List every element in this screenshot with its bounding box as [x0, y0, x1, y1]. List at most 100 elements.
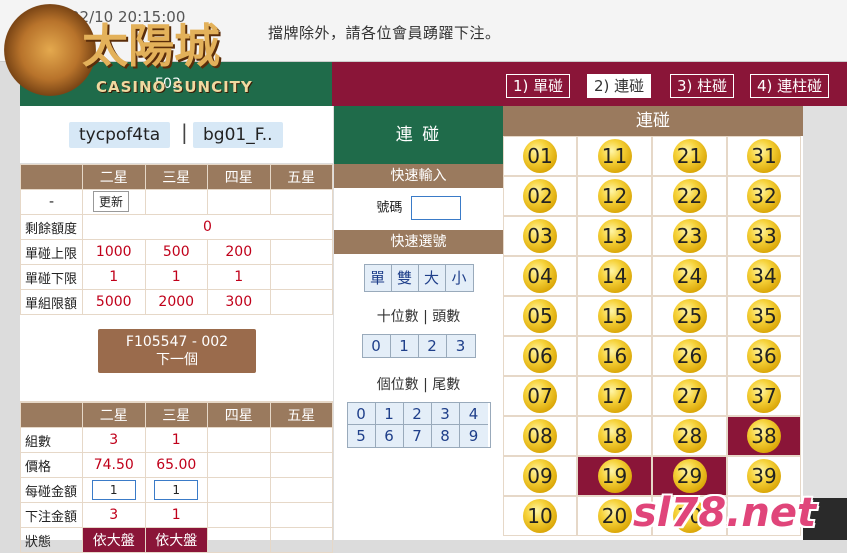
tens-button[interactable]: 0 — [362, 335, 391, 357]
number-cell[interactable]: 24 — [652, 256, 727, 296]
small-button[interactable]: 小 — [445, 265, 473, 291]
number-cell[interactable]: 26 — [652, 336, 727, 376]
number-cell[interactable]: 22 — [652, 176, 727, 216]
number-ball[interactable]: 09 — [523, 459, 557, 493]
number-ball[interactable]: 37 — [747, 379, 781, 413]
number-ball[interactable]: 14 — [597, 259, 632, 293]
number-ball[interactable]: 15 — [597, 299, 632, 333]
amount-input-3star[interactable]: 1 — [154, 480, 199, 500]
number-ball[interactable]: 36 — [747, 339, 781, 373]
units-button[interactable]: 1 — [375, 403, 404, 425]
units-button[interactable]: 0 — [347, 403, 376, 425]
tab-multi-column-pong[interactable]: 4) 連柱碰 — [750, 74, 830, 98]
number-ball[interactable]: 24 — [672, 259, 707, 293]
units-button[interactable]: 8 — [431, 425, 460, 447]
number-ball[interactable]: 18 — [597, 419, 632, 453]
number-cell[interactable]: 34 — [727, 256, 801, 296]
number-ball[interactable]: 05 — [523, 299, 557, 333]
number-cell[interactable]: 33 — [727, 216, 801, 256]
number-ball[interactable]: 06 — [523, 339, 557, 373]
number-ball[interactable]: 12 — [597, 179, 632, 213]
odd-button[interactable]: 單 — [364, 265, 392, 291]
number-cell[interactable]: 10 — [503, 496, 577, 536]
units-button[interactable]: 6 — [375, 425, 404, 447]
number-ball[interactable]: 07 — [523, 379, 557, 413]
units-button[interactable]: 3 — [431, 403, 460, 425]
units-button[interactable]: 7 — [403, 425, 432, 447]
tab-single-pong[interactable]: 1) 單碰 — [506, 74, 571, 98]
number-cell[interactable]: 27 — [652, 376, 727, 416]
number-cell[interactable]: 02 — [503, 176, 577, 216]
number-input[interactable] — [410, 196, 461, 220]
number-ball[interactable]: 28 — [672, 419, 707, 453]
number-ball[interactable]: 20 — [597, 499, 632, 533]
number-ball[interactable]: 22 — [672, 179, 707, 213]
number-ball[interactable]: 19 — [597, 459, 632, 493]
number-cell[interactable]: 07 — [503, 376, 577, 416]
number-cell[interactable]: 11 — [577, 136, 652, 176]
tens-button[interactable]: 1 — [390, 335, 419, 357]
number-ball[interactable]: 33 — [747, 219, 781, 253]
number-ball[interactable]: 25 — [672, 299, 707, 333]
number-cell[interactable]: 38 — [727, 416, 801, 456]
big-button[interactable]: 大 — [418, 265, 446, 291]
number-cell[interactable]: 15 — [577, 296, 652, 336]
number-ball[interactable]: 16 — [597, 339, 632, 373]
number-cell[interactable]: 12 — [577, 176, 652, 216]
number-cell[interactable]: 25 — [652, 296, 727, 336]
even-button[interactable]: 雙 — [391, 265, 419, 291]
number-ball[interactable]: 08 — [523, 419, 557, 453]
number-ball[interactable]: 34 — [747, 259, 781, 293]
number-ball[interactable]: 13 — [597, 219, 632, 253]
number-cell[interactable]: 01 — [503, 136, 577, 176]
number-ball[interactable]: 04 — [523, 259, 557, 293]
tens-button[interactable]: 3 — [446, 335, 475, 357]
number-cell[interactable]: 16 — [577, 336, 652, 376]
number-ball[interactable]: 39 — [747, 459, 781, 493]
units-button[interactable]: 5 — [347, 425, 376, 447]
number-cell[interactable]: 05 — [503, 296, 577, 336]
next-button[interactable]: F105547 - 002 下一個 — [98, 329, 256, 373]
number-cell[interactable]: 04 — [503, 256, 577, 296]
number-ball[interactable]: 31 — [747, 139, 781, 173]
number-cell[interactable]: 18 — [577, 416, 652, 456]
number-ball[interactable]: 01 — [523, 139, 557, 173]
number-cell[interactable]: 14 — [577, 256, 652, 296]
number-ball[interactable]: 10 — [523, 499, 557, 533]
number-ball[interactable]: 29 — [672, 459, 707, 493]
number-cell[interactable]: 09 — [503, 456, 577, 496]
number-cell[interactable]: 35 — [727, 296, 801, 336]
tab-column-pong[interactable]: 3) 柱碰 — [670, 74, 735, 98]
number-cell[interactable]: 13 — [577, 216, 652, 256]
number-cell[interactable]: 06 — [503, 336, 577, 376]
units-button[interactable]: 9 — [459, 425, 488, 447]
units-button[interactable]: 4 — [459, 403, 488, 425]
number-cell[interactable]: 28 — [652, 416, 727, 456]
number-ball[interactable]: 38 — [747, 419, 781, 453]
number-cell[interactable]: 32 — [727, 176, 801, 216]
number-panel: 連碰 01 11 21 31 02 12 22 32 03 13 23 33 04 14 24 34 05 15 2… — [503, 106, 803, 540]
number-cell[interactable]: 23 — [652, 216, 727, 256]
number-ball[interactable]: 32 — [747, 179, 781, 213]
number-ball[interactable]: 02 — [523, 179, 557, 213]
number-cell[interactable]: 31 — [727, 136, 801, 176]
number-ball[interactable]: 35 — [747, 299, 781, 333]
number-ball[interactable]: 17 — [597, 379, 632, 413]
number-ball[interactable]: 11 — [597, 139, 632, 173]
number-cell[interactable]: 37 — [727, 376, 801, 416]
units-button[interactable]: 2 — [403, 403, 432, 425]
amount-input-2star[interactable]: 1 — [91, 480, 136, 500]
number-ball[interactable]: 26 — [672, 339, 707, 373]
number-ball[interactable]: 23 — [672, 219, 707, 253]
number-cell[interactable]: 17 — [577, 376, 652, 416]
number-ball[interactable]: 21 — [672, 139, 707, 173]
update-button[interactable]: 更新 — [93, 190, 130, 212]
number-cell[interactable]: 21 — [652, 136, 727, 176]
number-ball[interactable]: 03 — [523, 219, 557, 253]
tens-button[interactable]: 2 — [418, 335, 447, 357]
number-ball[interactable]: 27 — [672, 379, 707, 413]
tab-multi-pong[interactable]: 2) 連碰 — [587, 74, 652, 98]
number-cell[interactable]: 08 — [503, 416, 577, 456]
number-cell[interactable]: 36 — [727, 336, 801, 376]
number-cell[interactable]: 03 — [503, 216, 577, 256]
